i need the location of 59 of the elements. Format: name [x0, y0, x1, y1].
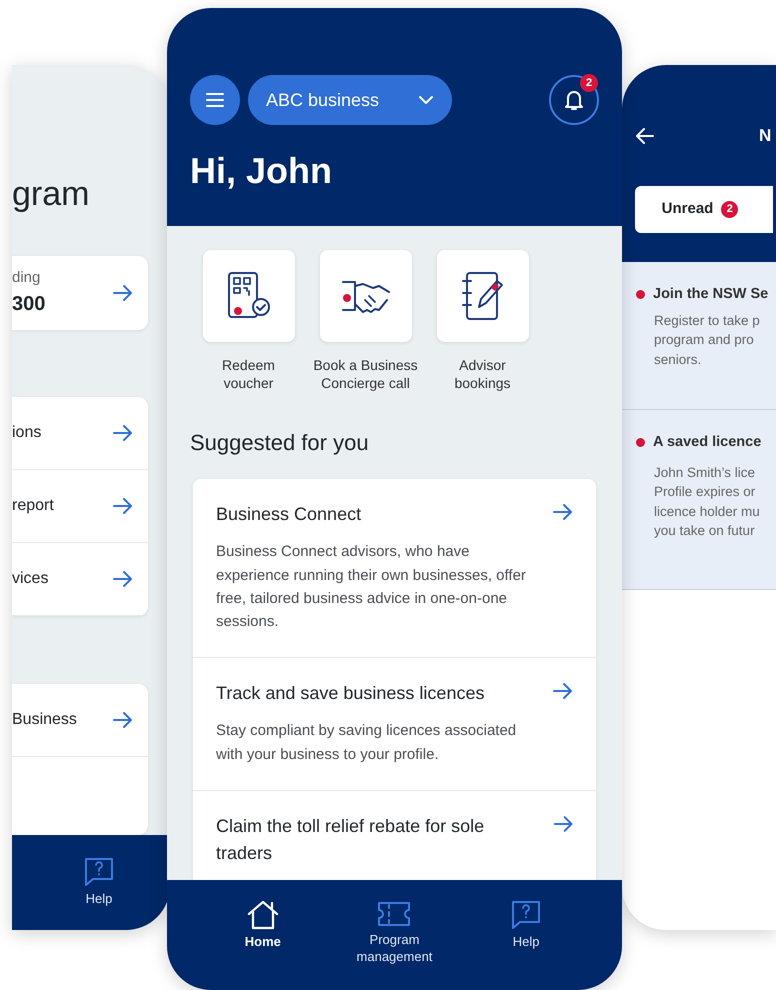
link-label[interactable]: ions [12, 421, 42, 445]
bell-icon [564, 89, 584, 111]
link-label[interactable]: report [12, 494, 54, 518]
menu-button[interactable] [190, 75, 240, 125]
summary-card[interactable]: ding 300 [12, 256, 148, 330]
notification-text-line: John Smith’s lice [654, 464, 756, 482]
suggestion-description: Business Connect advisors, who have experience running their own businesses, offer free, tailored business advice in one-on-one sessions. [216, 542, 527, 632]
link-label[interactable]: Business [12, 708, 77, 732]
nav-tab[interactable]: Help [471, 900, 582, 951]
notification-text-line: licence holder mu [654, 502, 761, 521]
notification-title: Join the NSW Se [653, 285, 768, 304]
notebook-pen-icon [460, 271, 504, 321]
section-title: Suggested for you [190, 429, 370, 458]
link-label[interactable]: vices [12, 567, 48, 591]
back-arrow-icon [635, 126, 655, 145]
suggestion-card[interactable]: Track and save business licences Stay compliant by saving licences associated with your business to your profile. [193, 658, 596, 791]
business-selector[interactable]: ABC business [248, 75, 452, 125]
suggestion-title: Business Connect [216, 503, 362, 526]
suggestion-title: Claim the toll relief rebate for sole traders [216, 814, 486, 865]
screen-title: N [759, 125, 772, 147]
notification-item[interactable]: A saved licence John Smith’s lice Profile expires or licence holder mu you take on futur [622, 410, 776, 590]
quick-action-label: Advisor bookings [453, 356, 512, 392]
notification-text-line: seniors. [654, 350, 702, 369]
back-button[interactable] [635, 126, 655, 145]
quick-action-label: Redeem voucher [221, 356, 276, 392]
notification-badge: 2 [580, 74, 598, 92]
ticket-icon [376, 900, 412, 928]
arrow-right-icon[interactable] [112, 422, 134, 444]
nav-tab[interactable]: Help [74, 857, 124, 908]
count-badge: 2 [721, 200, 738, 218]
notification-text-line: Profile expires or [654, 483, 756, 502]
greeting: Hi, John [190, 153, 333, 189]
arrow-right-icon[interactable] [112, 568, 134, 590]
notification-title: A saved licence [653, 433, 762, 452]
chevron-down-icon [418, 95, 434, 105]
suggestion-title: Track and save business licences [216, 682, 484, 706]
tab[interactable]: Unread 2 [635, 186, 773, 232]
suggestion-card[interactable]: Business Connect Business Connect advisors, who have experience running their own businesses, offer free, tailored business advice in one-on-one sessions. [193, 479, 596, 658]
quick-action-tile[interactable] [320, 250, 412, 342]
nav-tab[interactable]: Program management [339, 900, 450, 966]
notification-text-line: program and pro [654, 331, 755, 350]
screen-title: gram [12, 177, 90, 211]
arrow-right-icon[interactable] [112, 709, 134, 731]
qr-voucher-icon [226, 271, 272, 321]
help-bubble-icon [510, 900, 542, 930]
notification-text-line: you take on futur [654, 522, 756, 540]
summary-value: 300 [12, 292, 46, 318]
quick-action-label: Book a Business Concierge call [312, 356, 419, 392]
quick-action-tile[interactable] [202, 250, 294, 342]
arrow-right-icon[interactable] [112, 495, 134, 517]
notification-text-line: Register to take p [654, 312, 761, 330]
notification-item[interactable]: Join the NSW Se Register to take p program and pro seniors. [622, 262, 776, 410]
nav-tab[interactable]: Home [208, 900, 318, 951]
suggestion-description: Stay compliant by saving licences associated with your business to your profile. [216, 721, 518, 765]
arrow-right-icon[interactable] [112, 282, 134, 304]
quick-action-tile[interactable] [436, 250, 528, 342]
summary-label: ding [12, 268, 42, 288]
menu-icon [205, 92, 225, 108]
help-bubble-icon [83, 857, 115, 888]
